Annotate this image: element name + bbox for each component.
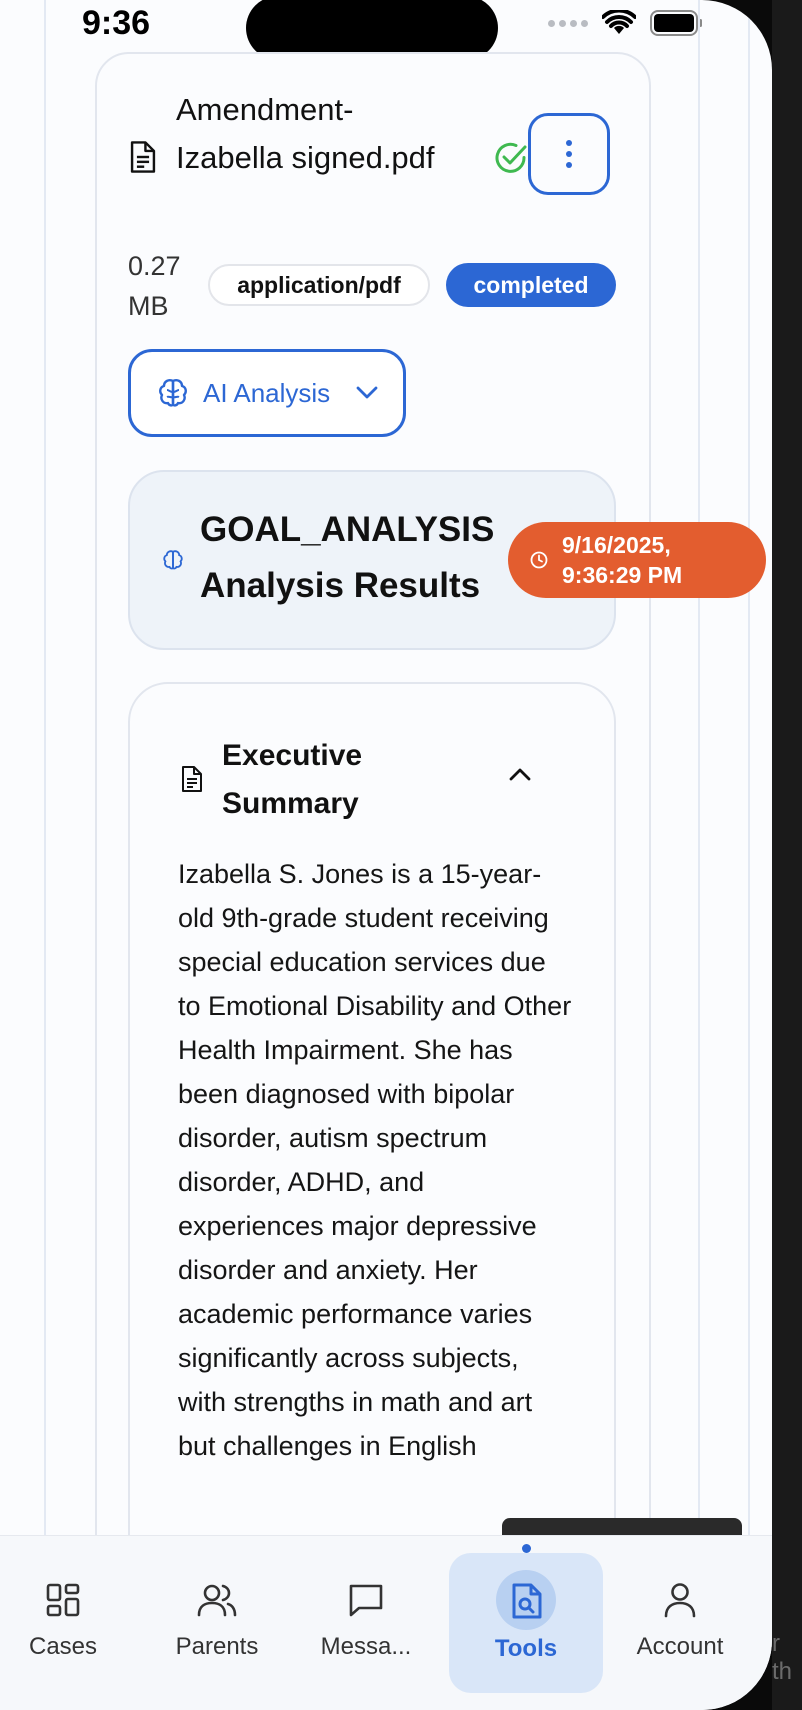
- tab-messages[interactable]: Messa...: [296, 1582, 436, 1661]
- container-border-left: [44, 0, 46, 1540]
- message-icon: [349, 1584, 383, 1617]
- signal-icon: [548, 19, 588, 27]
- file-name: Amendment-Izabella signed.pdf: [176, 92, 435, 175]
- tab-parents[interactable]: Parents: [147, 1582, 287, 1661]
- dynamic-island: [246, 0, 498, 60]
- status-bar: 9:36: [0, 0, 772, 60]
- file-text-icon: [182, 766, 202, 792]
- check-circle-icon: [495, 142, 527, 173]
- chevron-down-icon: [356, 386, 378, 399]
- executive-summary-title: Executive Summary: [222, 739, 363, 820]
- file-size: 0.27 MB: [128, 251, 181, 321]
- analysis-timestamp-badge: 9/16/2025, 9:36:29 PM: [508, 522, 766, 598]
- ai-analysis-label: AI Analysis: [203, 377, 331, 408]
- chevron-up-icon[interactable]: [508, 766, 532, 782]
- tab-account-label: Account: [636, 1633, 724, 1660]
- tab-cases[interactable]: Cases: [0, 1582, 133, 1661]
- mime-type-badge: application/pdf: [208, 264, 430, 306]
- tab-parents-label: Parents: [175, 1633, 259, 1660]
- brain-icon: [159, 379, 187, 407]
- tab-tools[interactable]: Tools: [456, 1582, 596, 1663]
- file-search-icon: [512, 1583, 542, 1619]
- grid-icon: [46, 1583, 80, 1617]
- tab-messages-label: Messa...: [320, 1633, 412, 1660]
- file-icon: [130, 141, 156, 173]
- wifi-icon: [602, 10, 636, 34]
- status-time: 9:36: [82, 4, 151, 42]
- status-icons: [548, 10, 704, 36]
- container-border-right: [748, 0, 750, 1540]
- status-badge: completed: [446, 263, 616, 307]
- ai-analysis-button[interactable]: AI Analysis: [128, 349, 406, 437]
- battery-icon: [650, 10, 702, 36]
- users-icon: [197, 1584, 237, 1617]
- analysis-results-title: GOAL_ANALYSIS Analysis Results: [200, 510, 495, 605]
- tab-tools-label: Tools: [494, 1635, 558, 1662]
- user-icon: [664, 1583, 696, 1618]
- background-text: r th: [772, 1630, 793, 1685]
- clock-icon: [530, 551, 548, 569]
- tab-account[interactable]: Account: [610, 1582, 750, 1661]
- more-vertical-icon: [566, 140, 572, 168]
- brain-icon: [163, 550, 183, 570]
- active-tab-indicator: [522, 1544, 531, 1553]
- executive-summary-text: Izabella S. Jones is a 15-year-old 9th-g…: [178, 859, 572, 1461]
- container-border-right-outer: [698, 0, 700, 1540]
- analysis-timestamp: 9/16/2025, 9:36:29 PM: [562, 532, 683, 588]
- app-screen: 9:36 Amendment-Izabella signed.pdf 0.27 …: [0, 0, 772, 1710]
- tab-cases-label: Cases: [28, 1633, 98, 1660]
- more-options-button[interactable]: [528, 113, 610, 195]
- device-bezel: r th: [772, 0, 802, 1710]
